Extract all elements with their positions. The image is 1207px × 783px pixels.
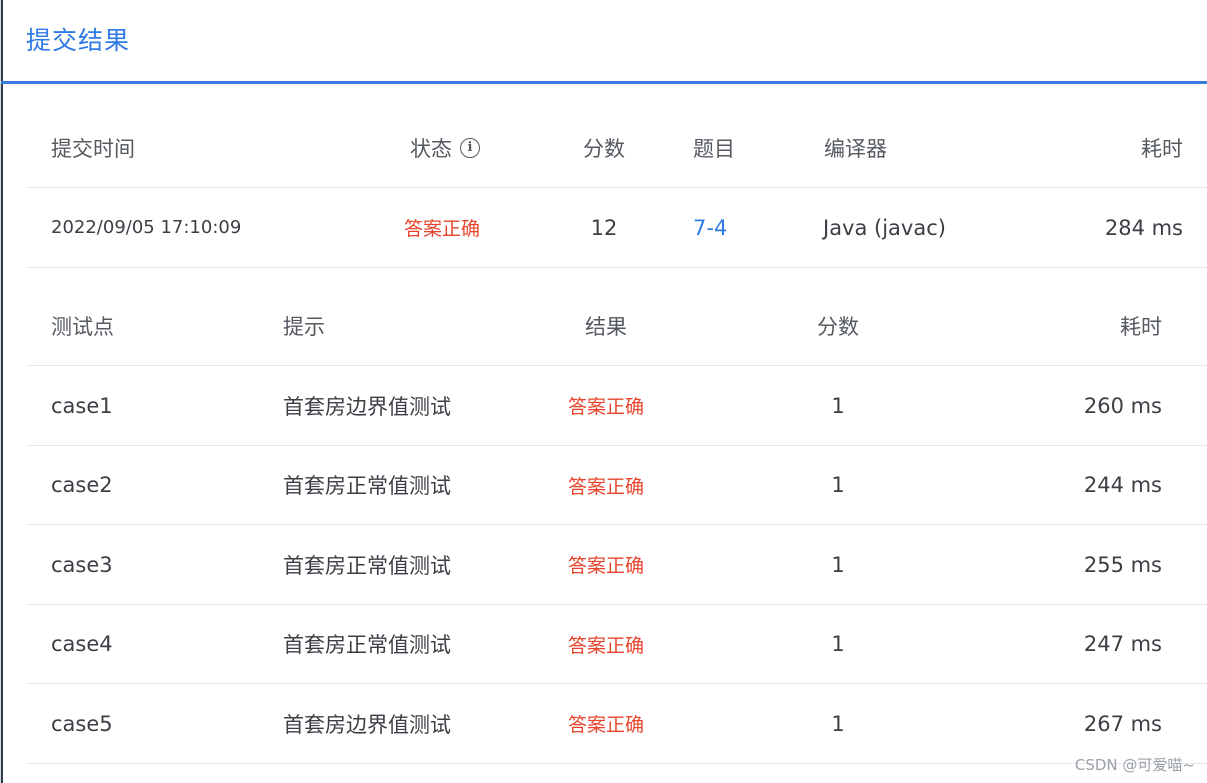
testcase-result: 答案正确 bbox=[567, 555, 644, 577]
dialog-title: 提交结果 bbox=[26, 26, 131, 55]
testcase-name: case2 bbox=[51, 473, 113, 497]
testcase-score: 1 bbox=[831, 552, 845, 577]
testcase-score: 1 bbox=[831, 473, 845, 497]
testcase-name: case3 bbox=[51, 552, 113, 577]
testcase-duration: 267 ms bbox=[1083, 711, 1162, 736]
testcase-hint: 首套房边界值测试 bbox=[283, 712, 451, 737]
table-row: case1 首套房边界值测试 答案正确 1 260 ms bbox=[26, 366, 1207, 446]
testcase-hint: 首套房正常值测试 bbox=[283, 633, 451, 657]
col-case-duration: 耗时 bbox=[1120, 315, 1162, 339]
dialog-header: 提交结果 bbox=[1, 0, 1207, 84]
testcase-result: 答案正确 bbox=[567, 475, 644, 498]
left-edge-accent bbox=[1, 0, 3, 783]
col-testcase: 测试点 bbox=[51, 315, 114, 339]
table-row: case3 首套房正常值测试 答案正确 1 255 ms bbox=[26, 525, 1207, 605]
testcase-name: case1 bbox=[51, 393, 113, 418]
compiler-value: Java (javac) bbox=[823, 215, 946, 240]
testcase-duration: 255 ms bbox=[1083, 552, 1162, 577]
testcase-hint: 首套房正常值测试 bbox=[283, 553, 451, 578]
submission-result-dialog: 提交结果 提交时间 状态 i 分数 题目 编译器 耗时 2022/09/05 1… bbox=[0, 0, 1207, 783]
col-score: 分数 bbox=[583, 136, 625, 161]
col-problem: 题目 bbox=[693, 136, 735, 161]
info-circle-icon[interactable]: i bbox=[460, 137, 480, 158]
submit-time: 2022/09/05 17:10:09 bbox=[51, 217, 242, 238]
summary-table: 提交时间 状态 i 分数 题目 编译器 耗时 2022/09/05 17:10:… bbox=[26, 108, 1207, 268]
watermark: CSDN @可爱喵~ bbox=[1074, 756, 1195, 774]
testcase-duration: 247 ms bbox=[1083, 632, 1162, 656]
col-compiler: 编译器 bbox=[824, 136, 887, 161]
table-row: case5 首套房边界值测试 答案正确 1 267 ms bbox=[26, 684, 1207, 764]
summary-header-row: 提交时间 状态 i 分数 题目 编译器 耗时 bbox=[26, 108, 1207, 188]
testcase-hint: 首套房边界值测试 bbox=[283, 394, 451, 419]
summary-row: 2022/09/05 17:10:09 答案正确 12 7-4 Java (ja… bbox=[26, 188, 1207, 268]
col-duration: 耗时 bbox=[1141, 136, 1183, 161]
testcase-header-row: 测试点 提示 结果 分数 耗时 bbox=[26, 287, 1207, 366]
col-hint: 提示 bbox=[283, 315, 325, 339]
testcase-result: 答案正确 bbox=[567, 634, 644, 657]
testcase-hint: 首套房正常值测试 bbox=[283, 474, 451, 498]
testcase-duration: 260 ms bbox=[1083, 393, 1162, 418]
testcase-result: 答案正确 bbox=[567, 396, 644, 418]
testcase-score: 1 bbox=[831, 711, 845, 736]
col-status: 状态 i bbox=[410, 108, 480, 187]
table-row: case2 首套房正常值测试 答案正确 1 244 ms bbox=[26, 446, 1207, 525]
duration-value: 284 ms bbox=[1104, 215, 1183, 240]
status-badge: 答案正确 bbox=[404, 218, 481, 240]
testcase-name: case5 bbox=[51, 711, 113, 736]
col-result: 结果 bbox=[585, 315, 627, 339]
table-row: case4 首套房正常值测试 答案正确 1 247 ms bbox=[26, 605, 1207, 684]
col-status-label: 状态 bbox=[410, 136, 452, 161]
testcase-duration: 244 ms bbox=[1083, 473, 1162, 497]
score-value: 12 bbox=[590, 215, 618, 240]
testcase-table: 测试点 提示 结果 分数 耗时 case1 首套房边界值测试 答案正确 1 26… bbox=[26, 287, 1207, 764]
col-case-score: 分数 bbox=[817, 315, 859, 339]
testcase-result: 答案正确 bbox=[567, 714, 644, 736]
testcase-score: 1 bbox=[831, 393, 845, 418]
testcase-name: case4 bbox=[51, 632, 113, 656]
testcase-score: 1 bbox=[831, 632, 845, 656]
problem-link[interactable]: 7-4 bbox=[693, 188, 727, 267]
col-submit-time: 提交时间 bbox=[51, 136, 135, 161]
